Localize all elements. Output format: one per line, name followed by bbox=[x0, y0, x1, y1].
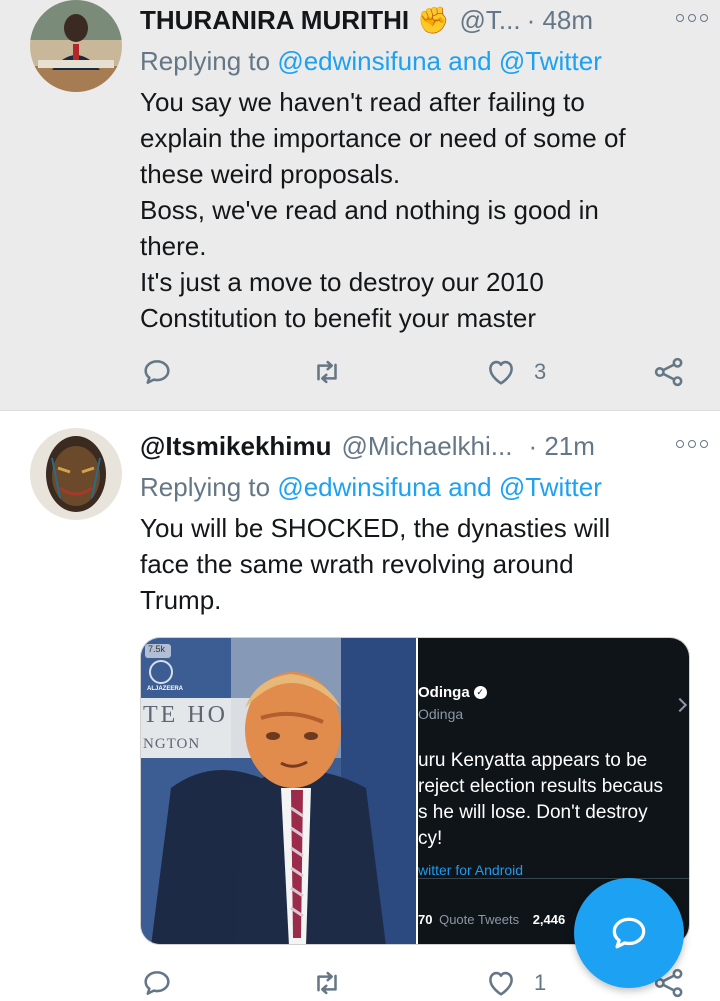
reply-button[interactable] bbox=[140, 963, 174, 1001]
tweet-line: It's just a move to destroy our 2010 bbox=[140, 267, 544, 297]
photo-scene bbox=[141, 638, 416, 944]
tweet-line: explain the importance or need of some o… bbox=[140, 123, 626, 153]
retweet-button[interactable] bbox=[310, 963, 344, 1001]
reply-button[interactable] bbox=[140, 352, 174, 392]
quote-count: 70 bbox=[418, 912, 433, 927]
avatar-itsmikekhimu[interactable] bbox=[30, 428, 122, 520]
tweet-header: THURANIRA MURITHI ✊ @T... · 48m bbox=[140, 0, 700, 40]
shot-author: Odinga bbox=[418, 684, 470, 701]
mention-joiner: and bbox=[448, 46, 492, 76]
shot-author-row: Odinga ✓ bbox=[418, 684, 487, 701]
tweet-line: Constitution to benefit your master bbox=[140, 303, 536, 333]
extra-count: 2,446 bbox=[532, 912, 566, 927]
reply-icon bbox=[144, 360, 170, 384]
user-handle[interactable]: @Michaelkhi... bbox=[342, 431, 513, 462]
bg-text-2: NGTON bbox=[143, 736, 201, 752]
shot-line: cy! bbox=[418, 828, 443, 849]
shot-text: uru Kenyatta appears to be reject electi… bbox=[418, 748, 689, 852]
tweet-line: face the same wrath revolving around bbox=[140, 549, 574, 579]
media-image-trump[interactable]: 7.5k ALJAZEERA TE HO NGTON bbox=[141, 638, 416, 944]
tweet-text: You say we haven't read after failing to… bbox=[140, 84, 700, 336]
retweet-icon bbox=[317, 971, 337, 995]
more-icon[interactable] bbox=[676, 8, 708, 28]
like-count: 1 bbox=[534, 970, 547, 995]
shot-line: reject election results becaus bbox=[418, 776, 664, 797]
shot-divider bbox=[418, 878, 689, 879]
replying-prefix: Replying to bbox=[140, 46, 271, 76]
replying-to: Replying to @edwinsifuna and @Twitter bbox=[140, 46, 602, 77]
like-button[interactable]: 1 bbox=[484, 963, 546, 1001]
tweet-text: You will be SHOCKED, the dynasties will … bbox=[140, 510, 700, 618]
heart-icon bbox=[489, 971, 513, 996]
aljazeera-logo: ALJAZEERA bbox=[147, 686, 184, 692]
badge-text: 7.5k bbox=[148, 644, 166, 654]
timestamp[interactable]: · 21m bbox=[528, 431, 594, 462]
timestamp[interactable]: · 48m bbox=[527, 5, 593, 36]
heart-icon bbox=[489, 360, 513, 385]
replying-to: Replying to @edwinsifuna and @Twitter bbox=[140, 472, 602, 503]
tweet-line: You will be SHOCKED, the dynasties will bbox=[140, 513, 611, 543]
like-button[interactable]: 3 bbox=[484, 352, 546, 392]
compose-reply-button[interactable] bbox=[574, 878, 684, 988]
tweet-line: You say we haven't read after failing to bbox=[140, 87, 585, 117]
mention-edwinsifuna[interactable]: @edwinsifuna bbox=[277, 472, 441, 502]
tweet-line: Trump. bbox=[140, 585, 222, 615]
quote-label: Quote Tweets bbox=[439, 912, 520, 927]
user-handle[interactable]: @T... bbox=[460, 5, 521, 36]
mention-joiner: and bbox=[448, 472, 492, 502]
mention-twitter[interactable]: @Twitter bbox=[499, 46, 602, 76]
mention-twitter[interactable]: @Twitter bbox=[499, 472, 602, 502]
like-count: 3 bbox=[534, 359, 547, 384]
verified-icon: ✓ bbox=[473, 686, 487, 699]
fist-emoji-icon: ✊ bbox=[417, 4, 450, 35]
tweet-line: there. bbox=[140, 231, 207, 261]
display-name[interactable]: @Itsmikekhimu bbox=[140, 431, 332, 462]
tweet-actions: 3 bbox=[140, 352, 700, 392]
more-icon[interactable] bbox=[676, 434, 708, 454]
tweet-1[interactable]: THURANIRA MURITHI ✊ @T... · 48m Replying… bbox=[0, 0, 720, 410]
tweet-header: @Itsmikekhimu @Michaelkhi... · 21m bbox=[140, 426, 700, 466]
display-name[interactable]: THURANIRA MURITHI bbox=[140, 5, 409, 36]
shot-line: uru Kenyatta appears to be bbox=[418, 750, 648, 771]
reply-icon bbox=[144, 971, 170, 995]
retweet-icon bbox=[317, 360, 337, 384]
mention-edwinsifuna[interactable]: @edwinsifuna bbox=[277, 46, 441, 76]
shot-stats: 70 Quote Tweets 2,446 bbox=[418, 912, 565, 927]
shot-line: s he will lose. Don't destroy bbox=[418, 802, 648, 823]
shot-handle: Odinga bbox=[418, 706, 464, 722]
tweet-line: these weird proposals. bbox=[140, 159, 401, 189]
replying-prefix: Replying to bbox=[140, 472, 271, 502]
shot-chevron-icon bbox=[672, 697, 688, 713]
share-icon bbox=[654, 357, 683, 387]
shot-source: witter for Android bbox=[418, 862, 524, 878]
tweet-line: Boss, we've read and nothing is good in bbox=[140, 195, 599, 225]
share-button[interactable] bbox=[652, 352, 686, 392]
compose-reply-icon bbox=[612, 917, 646, 949]
avatar-image bbox=[30, 0, 122, 92]
bg-text-1: TE HO bbox=[143, 702, 228, 728]
avatar-image bbox=[30, 428, 122, 520]
retweet-button[interactable] bbox=[310, 352, 344, 392]
avatar-thuranira[interactable] bbox=[30, 0, 122, 92]
